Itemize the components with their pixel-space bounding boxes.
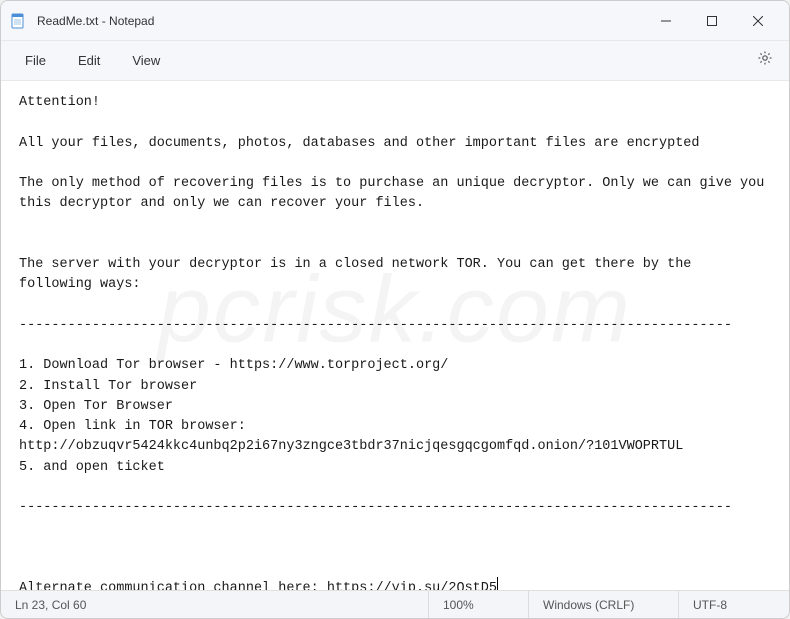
status-encoding: UTF-8 (679, 591, 789, 618)
minimize-button[interactable] (643, 5, 689, 37)
gear-icon (757, 50, 773, 71)
statusbar: Ln 23, Col 60 100% Windows (CRLF) UTF-8 (1, 590, 789, 618)
menu-view[interactable]: View (116, 47, 176, 74)
maximize-button[interactable] (689, 5, 735, 37)
menu-edit[interactable]: Edit (62, 47, 116, 74)
window-title: ReadMe.txt - Notepad (37, 14, 154, 28)
close-button[interactable] (735, 5, 781, 37)
menu-file[interactable]: File (9, 47, 62, 74)
status-zoom[interactable]: 100% (429, 591, 529, 618)
menubar: File Edit View (1, 41, 789, 81)
menu-items: File Edit View (9, 47, 749, 74)
title-left: ReadMe.txt - Notepad (9, 12, 643, 30)
text-content: Attention! All your files, documents, ph… (19, 95, 772, 590)
window-controls (643, 5, 781, 37)
text-caret (497, 577, 498, 590)
status-eol: Windows (CRLF) (529, 591, 679, 618)
notepad-window: ReadMe.txt - Notepad File Edit View (0, 0, 790, 619)
settings-button[interactable] (749, 45, 781, 77)
titlebar: ReadMe.txt - Notepad (1, 1, 789, 41)
status-position: Ln 23, Col 60 (1, 591, 429, 618)
notepad-icon (9, 12, 27, 30)
text-area[interactable]: Attention! All your files, documents, ph… (1, 81, 789, 590)
